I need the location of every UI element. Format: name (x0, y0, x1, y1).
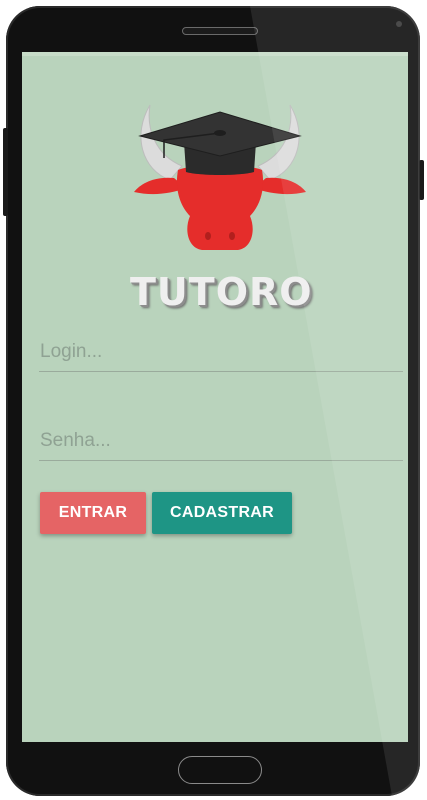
home-button[interactable] (178, 756, 262, 784)
bull-head-icon (176, 165, 264, 250)
cadastrar-button[interactable]: CADASTRAR (152, 492, 292, 534)
app-logo-text: TUTORO (130, 270, 313, 314)
front-camera (396, 21, 402, 27)
app-screen: TUTORO ENTRAR CADASTRAR (22, 52, 408, 742)
volume-button (3, 128, 8, 216)
password-input[interactable] (39, 421, 403, 461)
power-button (419, 160, 424, 200)
entrar-button[interactable]: ENTRAR (40, 492, 146, 534)
status-bar-strip (22, 52, 408, 56)
earpiece-speaker (182, 27, 258, 35)
login-input[interactable] (39, 332, 403, 372)
bull-graduation-cap-logo (134, 104, 306, 250)
